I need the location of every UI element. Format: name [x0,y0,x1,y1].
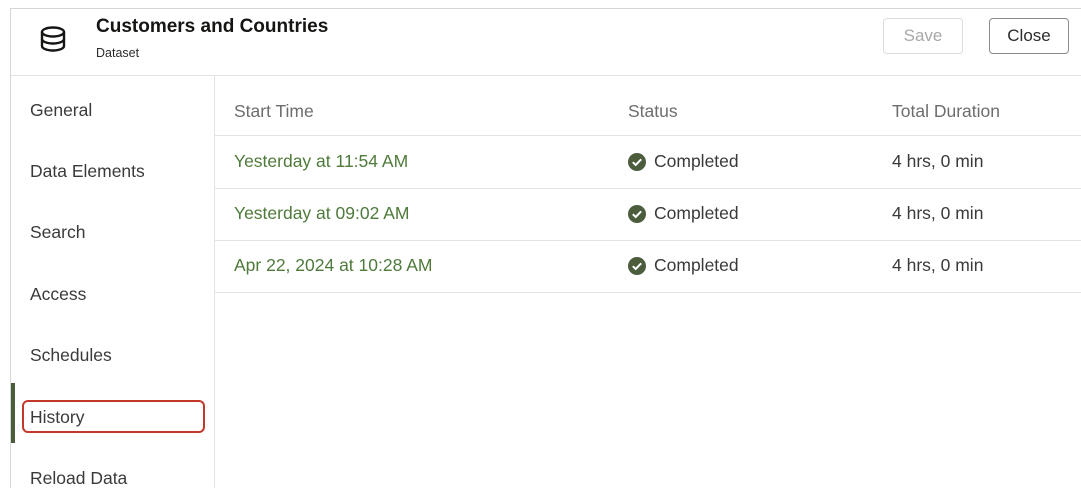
status-label: Completed [654,203,739,223]
sidebar-item-history[interactable]: History [30,407,84,428]
sidebar: General Data Elements Search Access Sche… [11,76,215,488]
close-button[interactable]: Close [989,18,1069,54]
table-row[interactable]: Yesterday at 09:02 AM Completed 4 hrs, 0… [215,188,1081,241]
table-row[interactable]: Yesterday at 11:54 AM Completed 4 hrs, 0… [215,136,1081,189]
check-circle-icon [628,256,646,275]
database-icon [40,26,66,52]
sidebar-item-data-elements[interactable]: Data Elements [30,161,145,182]
column-header-total-duration[interactable]: Total Duration [892,101,1000,122]
save-button[interactable]: Save [883,18,963,54]
sidebar-item-search[interactable]: Search [30,222,85,243]
active-indicator [11,383,15,443]
status-cell: Completed [628,255,739,276]
sidebar-item-access[interactable]: Access [30,284,86,305]
start-time-cell[interactable]: Yesterday at 11:54 AM [234,151,408,172]
dialog-header: Customers and Countries Dataset Save Clo… [11,9,1081,76]
check-circle-icon [628,204,646,223]
sidebar-item-schedules[interactable]: Schedules [30,345,112,366]
status-label: Completed [654,151,739,171]
check-circle-icon [628,152,646,171]
page-title: Customers and Countries [96,16,329,37]
sidebar-item-reload-data[interactable]: Reload Data [30,468,127,488]
table-row[interactable]: Apr 22, 2024 at 10:28 AM Completed 4 hrs… [215,240,1081,293]
dataset-dialog: Customers and Countries Dataset Save Clo… [10,8,1081,488]
duration-cell: 4 hrs, 0 min [892,203,984,223]
duration-cell: 4 hrs, 0 min [892,255,984,275]
column-header-start-time[interactable]: Start Time [234,101,314,122]
duration-cell: 4 hrs, 0 min [892,151,984,171]
page-subtitle: Dataset [96,46,140,60]
status-cell: Completed [628,203,739,224]
start-time-cell[interactable]: Yesterday at 09:02 AM [234,203,409,224]
status-cell: Completed [628,151,739,172]
sidebar-item-general[interactable]: General [30,100,92,121]
status-label: Completed [654,255,739,275]
start-time-cell[interactable]: Apr 22, 2024 at 10:28 AM [234,255,432,276]
column-header-status[interactable]: Status [628,101,678,122]
